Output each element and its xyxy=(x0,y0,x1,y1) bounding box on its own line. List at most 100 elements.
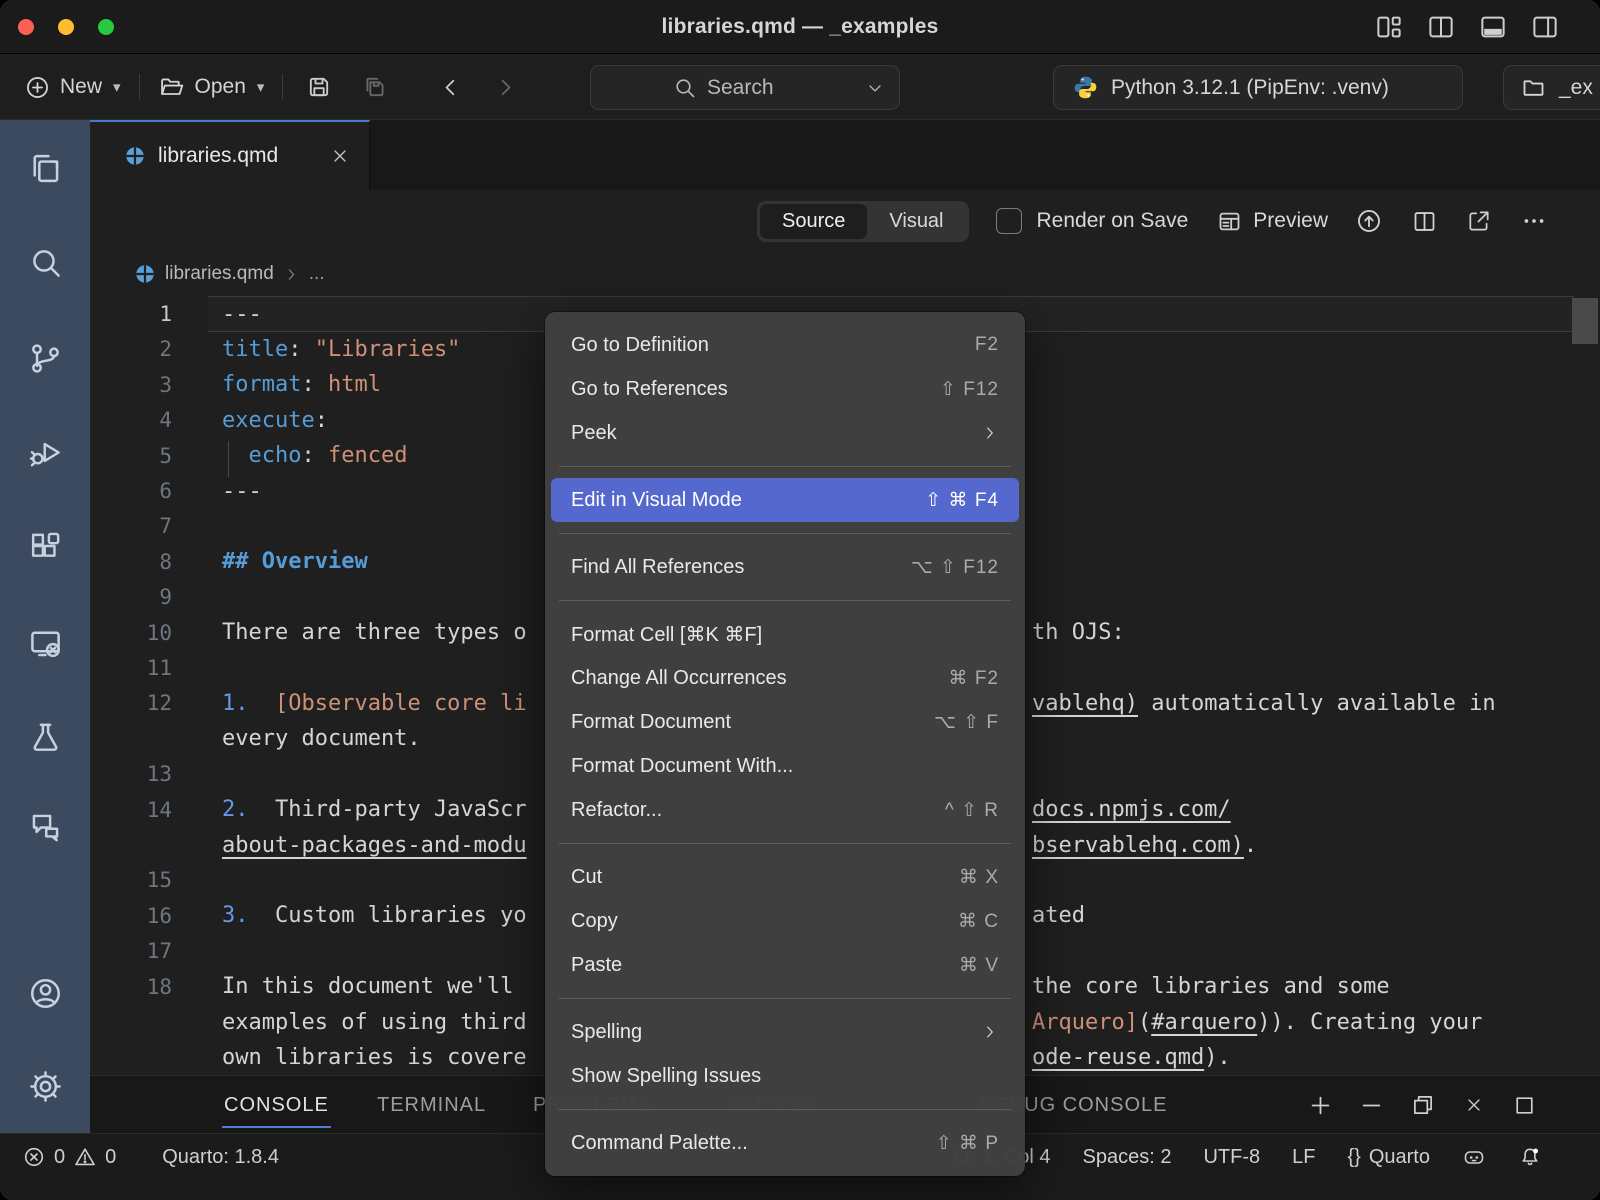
search-box[interactable]: Search xyxy=(590,65,900,110)
menu-item-label: Show Spelling Issues xyxy=(571,1065,999,1088)
menu-item-shortcut: ⇧ ⌘ P xyxy=(936,1132,999,1155)
panel-tab-console[interactable]: CONSOLE xyxy=(224,1076,329,1134)
menu-separator xyxy=(559,998,1011,999)
line-number: 3 xyxy=(90,373,172,397)
breadcrumb-file[interactable]: libraries.qmd xyxy=(165,263,274,285)
split-editor-icon[interactable] xyxy=(1410,207,1438,235)
split-columns-icon[interactable] xyxy=(1426,12,1456,42)
chevron-right-icon xyxy=(283,266,300,283)
encoding[interactable]: UTF-8 xyxy=(1203,1146,1260,1169)
minimize-panel-icon[interactable] xyxy=(1358,1092,1385,1119)
copilot-icon[interactable] xyxy=(1462,1145,1486,1169)
toggle-right-sidebar-icon[interactable] xyxy=(1530,12,1560,42)
line-number: 9 xyxy=(90,585,172,609)
menu-item-shortcut: ⌘ C xyxy=(958,910,999,933)
menu-item-format-document[interactable]: Format Document⌥ ⇧ F xyxy=(545,700,1025,744)
search-placeholder: Search xyxy=(707,76,774,100)
editor-tab[interactable]: libraries.qmd xyxy=(90,120,370,190)
new-console-icon[interactable] xyxy=(1307,1092,1334,1119)
menu-item-shortcut: ⌘ F2 xyxy=(949,667,999,690)
forward-icon[interactable] xyxy=(492,74,519,101)
render-icon[interactable] xyxy=(1355,207,1383,235)
open-in-new-window-icon[interactable] xyxy=(1465,207,1493,235)
workspace-button[interactable]: _ex xyxy=(1503,65,1600,110)
indentation[interactable]: Spaces: 2 xyxy=(1083,1146,1172,1169)
menu-item-copy[interactable]: Copy⌘ C xyxy=(545,899,1025,943)
menu-item-spelling[interactable]: Spelling xyxy=(545,1010,1025,1054)
error-count: 0 xyxy=(54,1146,65,1169)
source-mode-button[interactable]: Source xyxy=(760,204,867,239)
restore-panel-icon[interactable] xyxy=(1409,1092,1436,1119)
scrollbar-thumb[interactable] xyxy=(1572,298,1598,344)
workspace-label: _ex xyxy=(1559,76,1593,100)
customize-layout-icon[interactable] xyxy=(1374,12,1404,42)
toggle-panel-icon[interactable] xyxy=(1478,12,1508,42)
window-title: libraries.qmd — _examples xyxy=(0,0,1600,54)
chevron-down-icon xyxy=(865,78,885,98)
folder-icon xyxy=(1520,74,1547,101)
language-mode[interactable]: {} Quarto xyxy=(1347,1146,1430,1169)
menu-item-shortcut: F2 xyxy=(975,334,999,356)
menu-item-format-cell-k-f[interactable]: Format Cell [⌘K ⌘F] xyxy=(545,612,1025,656)
render-on-save-checkbox[interactable] xyxy=(996,208,1022,234)
submenu-arrow-icon xyxy=(981,1023,999,1041)
more-actions-icon[interactable] xyxy=(1520,207,1548,235)
menu-item-label: Command Palette... xyxy=(571,1132,936,1155)
close-panel-icon[interactable] xyxy=(1460,1092,1487,1119)
menu-item-format-document-with[interactable]: Format Document With... xyxy=(545,744,1025,788)
menu-item-shortcut: ^ ⇧ R xyxy=(945,799,999,822)
open-button[interactable]: Open ▾ xyxy=(148,73,275,101)
open-button-label: Open xyxy=(195,75,246,99)
line-number: 17 xyxy=(90,939,172,963)
menu-item-paste[interactable]: Paste⌘ V xyxy=(545,943,1025,987)
menu-item-peek[interactable]: Peek xyxy=(545,411,1025,455)
breadcrumb-more[interactable]: ... xyxy=(309,263,325,285)
visual-mode-button[interactable]: Visual xyxy=(867,204,965,239)
quarto-version[interactable]: Quarto: 1.8.4 xyxy=(162,1146,279,1169)
eol[interactable]: LF xyxy=(1292,1146,1315,1169)
menu-item-change-all-occurrences[interactable]: Change All Occurrences⌘ F2 xyxy=(545,656,1025,700)
language-label: Quarto xyxy=(1369,1146,1430,1169)
preview-button[interactable]: Preview xyxy=(1215,207,1328,235)
save-icon[interactable] xyxy=(305,73,333,101)
menu-item-edit-in-visual-mode[interactable]: Edit in Visual Mode⇧ ⌘ F4 xyxy=(551,478,1019,522)
braces-icon: {} xyxy=(1347,1146,1360,1169)
line-number: 2 xyxy=(90,337,172,361)
close-icon[interactable] xyxy=(329,145,351,167)
activity-item-search[interactable] xyxy=(0,234,90,290)
menu-item-label: Edit in Visual Mode xyxy=(571,489,925,512)
files-icon xyxy=(27,150,64,187)
line-number: 5 xyxy=(90,444,172,468)
interpreter-selector[interactable]: Python 3.12.1 (PipEnv: .venv) xyxy=(1053,65,1463,110)
menu-item-label: Format Document xyxy=(571,711,934,734)
divider xyxy=(282,74,283,100)
menu-item-cut[interactable]: Cut⌘ X xyxy=(545,855,1025,899)
new-button[interactable]: New ▾ xyxy=(14,74,131,101)
menu-item-go-to-references[interactable]: Go to References⇧ F12 xyxy=(545,367,1025,411)
error-icon xyxy=(22,1145,46,1169)
problems-status[interactable]: 0 0 xyxy=(22,1145,116,1169)
breadcrumb[interactable]: libraries.qmd ... xyxy=(90,252,1600,296)
editor-header: Source Visual Render on Save Preview xyxy=(90,190,1600,252)
menu-item-label: Format Document With... xyxy=(571,755,999,778)
notifications-bell-icon[interactable] xyxy=(1518,1145,1542,1169)
menu-item-refactor[interactable]: Refactor...^ ⇧ R xyxy=(545,788,1025,832)
menu-item-shortcut: ⌥ ⇧ F12 xyxy=(911,556,999,579)
activity-item-files[interactable] xyxy=(0,140,90,196)
divider xyxy=(139,74,140,100)
back-icon[interactable] xyxy=(437,74,464,101)
menu-item-shortcut: ⌘ X xyxy=(959,866,999,889)
menu-item-command-palette[interactable]: Command Palette...⇧ ⌘ P xyxy=(545,1121,1025,1165)
menu-separator xyxy=(559,600,1011,601)
save-all-icon[interactable] xyxy=(361,73,389,101)
panel-tab-terminal[interactable]: TERMINAL xyxy=(377,1076,486,1134)
menu-item-label: Find All References xyxy=(571,556,911,579)
menu-item-go-to-definition[interactable]: Go to DefinitionF2 xyxy=(545,323,1025,367)
menu-item-label: Peek xyxy=(571,422,981,445)
line-number: 13 xyxy=(90,762,172,786)
maximize-panel-icon[interactable] xyxy=(1511,1092,1538,1119)
menu-item-label: Go to Definition xyxy=(571,334,975,357)
menu-item-show-spelling-issues[interactable]: Show Spelling Issues xyxy=(545,1054,1025,1098)
tab-strip: libraries.qmd xyxy=(90,120,1600,190)
menu-item-find-all-references[interactable]: Find All References⌥ ⇧ F12 xyxy=(545,545,1025,589)
